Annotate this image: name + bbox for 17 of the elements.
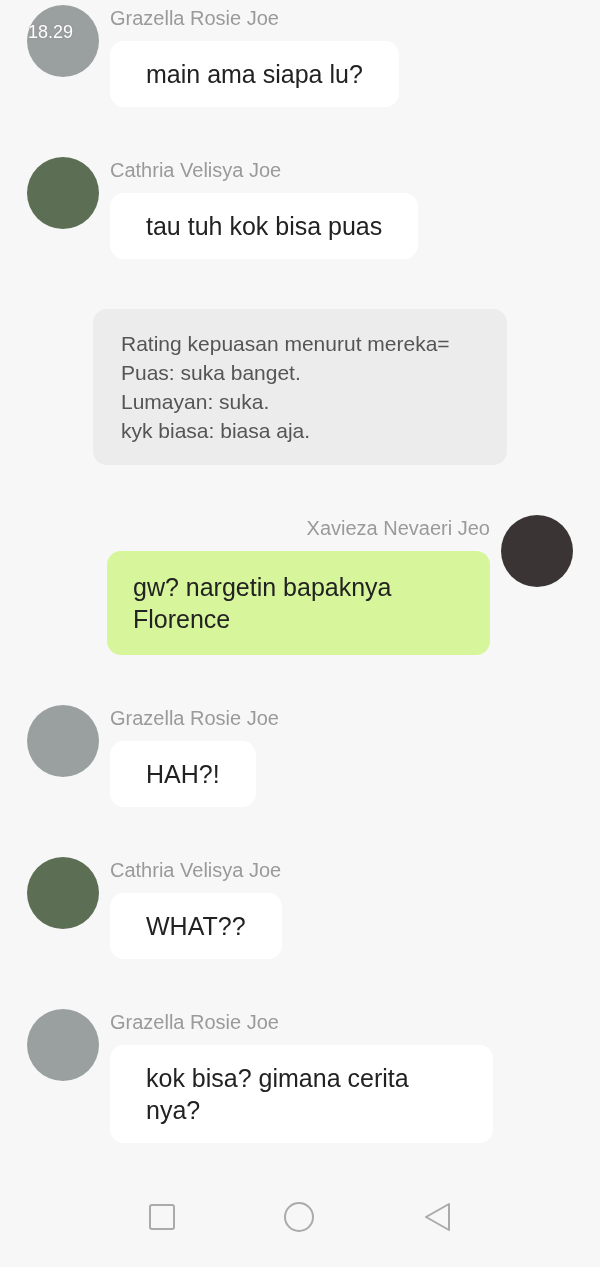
message-bubble: main ama siapa lu? [110, 41, 399, 107]
square-icon[interactable] [149, 1204, 175, 1230]
message-bubble: HAH?! [110, 741, 256, 807]
sender-name: Grazella Rosie Joe [110, 1010, 279, 1035]
message-bubble: gw? nargetin bapaknya Florence [107, 551, 490, 655]
notice-message: Rating kepuasan menurut mereka= Puas: suka banget. Lumayan: suka. kyk biasa: biasa aja. [93, 309, 507, 465]
sender-name: Grazella Rosie Joe [110, 706, 279, 731]
message-bubble: kok bisa? gimana cerita nya? [110, 1045, 493, 1143]
message-bubble: tau tuh kok bisa puas [110, 193, 419, 259]
message-bubble: WHAT?? [110, 893, 282, 959]
sender-name: Cathria Velisya Joe [110, 158, 282, 183]
home-circle-icon[interactable] [283, 1201, 315, 1233]
sender-name: Cathria Velisya Joe [110, 858, 282, 883]
sender-name: Xavieza Nevaeri Jeo [306, 516, 490, 541]
back-triangle-icon[interactable] [423, 1202, 451, 1232]
status-time: 18.29 [28, 21, 74, 44]
sender-name: Grazella Rosie Joe [110, 6, 279, 31]
